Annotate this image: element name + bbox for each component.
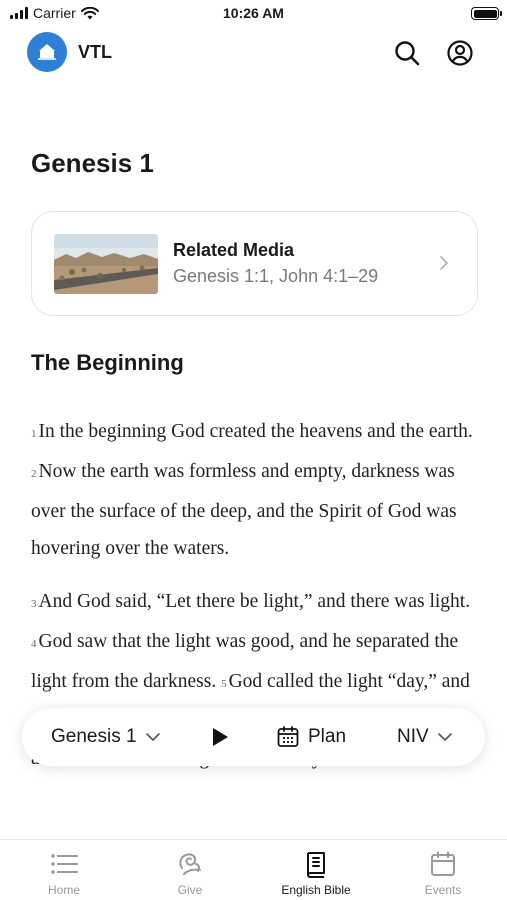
play-icon <box>213 728 228 746</box>
verse-number: 4 <box>31 638 37 650</box>
chevron-down-icon <box>145 733 160 741</box>
play-audio-button[interactable] <box>210 708 230 766</box>
version-selector[interactable]: NIV <box>397 708 453 766</box>
church-logo-icon <box>38 44 56 60</box>
media-subtitle: Genesis 1:1, John 4:1–29 <box>173 266 379 286</box>
paragraph: 1 In the beginning God created the heaven… <box>31 413 481 567</box>
battery-icon <box>471 7 502 20</box>
chapter-title: Genesis 1 <box>31 148 154 178</box>
bible-icon <box>307 852 325 878</box>
status-bar: Carrier 10:26 AM <box>0 0 507 30</box>
version-selector-label: NIV <box>397 726 429 747</box>
verse-text: And God said, “Let there be light,” and … <box>38 591 471 612</box>
verse-number: 5 <box>221 678 227 690</box>
status-time: 10:26 AM <box>223 5 284 21</box>
section-heading: The Beginning <box>31 350 184 375</box>
reader-control-bar: Genesis 1 Plan NIV <box>22 708 485 766</box>
search-icon <box>395 41 420 66</box>
tab-home[interactable]: Home <box>1 840 127 900</box>
give-icon <box>179 853 201 875</box>
tab-give[interactable]: Give <box>127 840 253 900</box>
search-button[interactable] <box>393 39 421 67</box>
list-icon <box>51 854 78 874</box>
verse-text: In the beginning God created the heavens… <box>38 421 473 442</box>
profile-button[interactable] <box>446 39 474 67</box>
chevron-down-icon <box>437 733 452 741</box>
tab-english-bible[interactable]: English Bible <box>253 840 379 900</box>
related-media-card[interactable]: Related Media Genesis 1:1, John 4:1–29 <box>31 211 478 316</box>
app-logo[interactable] <box>27 32 67 72</box>
profile-icon <box>447 40 473 66</box>
plan-button[interactable]: Plan <box>276 708 346 766</box>
verse-number: 1 <box>31 428 37 440</box>
media-thumbnail <box>54 234 158 294</box>
chapter-selector-label: Genesis 1 <box>51 726 137 747</box>
verse-number: 3 <box>31 598 37 610</box>
verse-number: 2 <box>31 468 37 480</box>
chevron-right-icon <box>440 256 448 270</box>
calendar-icon <box>431 851 455 876</box>
tab-label: Give <box>177 883 203 897</box>
bottom-tab-bar: Home Give English Bible Events <box>0 839 507 900</box>
verse-text: Now the earth was formless and empty, da… <box>31 461 457 559</box>
tab-label: Events <box>424 883 462 897</box>
tab-label: English Bible <box>281 883 351 897</box>
plan-label: Plan <box>308 726 347 747</box>
app-name: VTL <box>78 42 112 62</box>
tab-events[interactable]: Events <box>380 840 506 900</box>
app-header: VTL <box>0 32 507 76</box>
calendar-icon <box>277 726 299 747</box>
media-title: Related Media <box>173 240 295 260</box>
chapter-selector[interactable]: Genesis 1 <box>51 708 161 766</box>
tab-label: Home <box>47 883 80 897</box>
